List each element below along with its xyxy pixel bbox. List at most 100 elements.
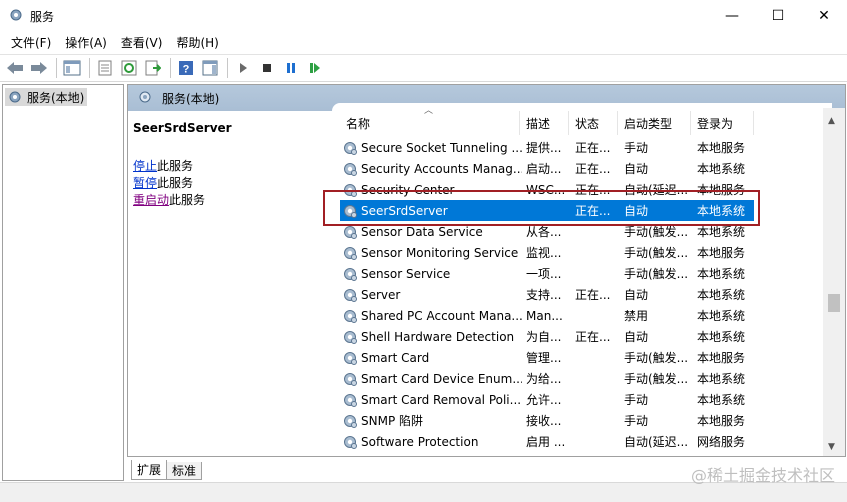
service-startup-type: 手动 — [624, 141, 649, 155]
service-row[interactable]: Smart Card 管理... 手动(触发... 本地服务 — [332, 347, 832, 368]
service-log-on-as: 本地服务 — [697, 414, 746, 428]
column-header-description[interactable]: 描述 — [520, 111, 569, 135]
service-gear-icon — [344, 141, 357, 155]
pause-action: 暂停此服务 — [133, 174, 193, 191]
service-row[interactable]: Security Center WSC... 正在... 自动(延迟... 本地服务 — [332, 179, 832, 200]
service-startup-type: 手动(触发... — [624, 372, 689, 386]
forward-button[interactable] — [28, 57, 50, 79]
restart-service-icon — [310, 63, 320, 73]
vertical-scrollbar[interactable]: ▲ ▼ — [823, 108, 845, 456]
tab-standard[interactable]: 标准 — [166, 462, 203, 480]
service-gear-icon — [344, 435, 357, 449]
help-button[interactable]: ? — [175, 57, 197, 79]
export-list-button[interactable] — [142, 57, 164, 79]
service-row[interactable]: Security Accounts Manag... 启动... 正在... 自动 本地… — [332, 158, 832, 179]
menu-view[interactable]: 查看(V) — [116, 32, 168, 53]
service-row[interactable]: Smart Card Removal Poli... 允许... 手动 本地系统 — [332, 389, 832, 410]
menu-file[interactable]: 文件(F) — [6, 32, 56, 53]
service-name-cell: Shared PC Account Mana... — [342, 305, 522, 326]
minimize-button[interactable]: — — [709, 0, 755, 31]
toolbar: ? — [0, 54, 847, 82]
maximize-icon: ☐ — [771, 7, 785, 24]
service-gear-icon — [344, 204, 357, 218]
service-row[interactable]: Sensor Data Service 从各... 手动(触发... 本地系统 — [332, 221, 832, 242]
refresh-button[interactable] — [118, 57, 140, 79]
service-row[interactable]: SeerSrdServer 正在... 自动 本地系统 — [332, 200, 832, 221]
service-status: 正在... — [575, 288, 611, 302]
column-header-name[interactable]: 名称 — [340, 111, 520, 135]
service-name: Smart Card — [361, 350, 430, 365]
service-name-cell: Shell Hardware Detection — [342, 326, 522, 347]
magnifier-gear-icon — [139, 91, 151, 103]
tree-item-services-local[interactable]: 服务(本地) — [5, 88, 88, 106]
menu-bar: 文件(F) 操作(A) 查看(V) 帮助(H) — [0, 31, 847, 53]
service-description: Man... — [526, 308, 563, 323]
pause-service-button[interactable] — [280, 57, 302, 79]
service-name-cell: SNMP 陷阱 — [342, 410, 522, 431]
restart-service-link[interactable]: 重启动 — [133, 193, 169, 207]
service-description: 启用 ... — [526, 435, 566, 449]
service-name: Smart Card Device Enum... — [361, 371, 522, 386]
stop-action: 停止此服务 — [133, 157, 193, 174]
watermark: @稀土掘金技术社区 — [690, 466, 835, 485]
menu-help[interactable]: 帮助(H) — [171, 32, 223, 53]
service-log-on-as: 本地系统 — [697, 162, 746, 176]
service-row[interactable]: Server 支持... 正在... 自动 本地系统 — [332, 284, 832, 305]
show-action-pane-button[interactable] — [199, 57, 221, 79]
column-header-startup-type[interactable]: 启动类型 — [618, 111, 691, 135]
service-description: 为自... — [526, 330, 562, 344]
close-button[interactable]: ✕ — [801, 0, 847, 31]
service-row[interactable]: Software Protection 启用 ... 自动(延迟... 网络服务 — [332, 431, 832, 452]
service-startup-type: 手动 — [624, 414, 649, 428]
service-log-on-as: 本地系统 — [697, 309, 746, 323]
service-row[interactable]: Secure Socket Tunneling ... 提供... 正在... 手动 本… — [332, 137, 832, 158]
toolbar-separator — [89, 58, 90, 78]
tab-extended[interactable]: 扩展 — [131, 460, 168, 480]
maximize-button[interactable]: ☐ — [755, 0, 801, 31]
service-row[interactable]: Smart Card Device Enum... 为给... 手动(触发... 本地… — [332, 368, 832, 389]
service-description: 启动... — [526, 162, 562, 176]
service-row[interactable]: Shell Hardware Detection 为自... 正在... 自动 本地系统 — [332, 326, 832, 347]
service-description: 一项... — [526, 267, 562, 281]
column-header-log-on-as[interactable]: 登录为 — [691, 111, 754, 135]
column-header-status[interactable]: 状态 — [569, 111, 618, 135]
properties-button[interactable] — [94, 57, 116, 79]
service-name-cell: Smart Card Removal Poli... — [342, 389, 522, 410]
show-action-pane-icon — [202, 60, 218, 76]
service-row[interactable]: SNMP 陷阱 接收... 手动 本地服务 — [332, 410, 832, 431]
service-gear-icon — [344, 372, 357, 386]
pause-service-link[interactable]: 暂停 — [133, 176, 157, 190]
stop-service-suffix: 此服务 — [157, 159, 194, 173]
service-status: 正在... — [575, 330, 611, 344]
back-button[interactable] — [4, 57, 26, 79]
menu-action[interactable]: 操作(A) — [60, 32, 112, 53]
service-gear-icon — [344, 183, 357, 197]
service-description: 管理... — [526, 351, 562, 365]
scroll-thumb[interactable] — [828, 294, 840, 312]
service-log-on-as: 本地系统 — [697, 204, 746, 218]
show-hide-tree-button[interactable] — [61, 57, 83, 79]
service-startup-type: 自动 — [624, 162, 649, 176]
service-row[interactable]: Sensor Service 一项... 手动(触发... 本地系统 — [332, 263, 832, 284]
extended-description-panel: SeerSrdServer 停止此服务 暂停此服务 重启动此服务 — [128, 111, 331, 456]
service-name-cell: Smart Card — [342, 347, 522, 368]
service-status — [575, 368, 615, 389]
start-service-button[interactable] — [232, 57, 254, 79]
service-log-on-as: 本地系统 — [697, 267, 746, 281]
service-gear-icon — [344, 267, 357, 281]
scroll-up-icon[interactable]: ▲ — [828, 116, 835, 126]
start-service-icon — [240, 63, 247, 73]
service-row[interactable]: Shared PC Account Mana... Man... 禁用 本地系统 — [332, 305, 832, 326]
stop-service-button[interactable] — [256, 57, 278, 79]
restart-service-suffix: 此服务 — [169, 193, 206, 207]
service-startup-type: 手动(触发... — [624, 225, 689, 239]
service-name-cell: Sensor Monitoring Service — [342, 242, 522, 263]
service-row[interactable]: Sensor Monitoring Service 监视... 手动(触发... 本地… — [332, 242, 832, 263]
service-description: 为给... — [526, 372, 562, 386]
title-bar: 服务 — ☐ ✕ — [0, 0, 847, 31]
scroll-down-icon[interactable]: ▼ — [828, 442, 835, 452]
stop-service-link[interactable]: 停止 — [133, 159, 157, 173]
pane-header-title: 服务(本地) — [162, 91, 220, 106]
restart-service-button[interactable] — [304, 57, 326, 79]
service-log-on-as: 本地系统 — [697, 393, 746, 407]
